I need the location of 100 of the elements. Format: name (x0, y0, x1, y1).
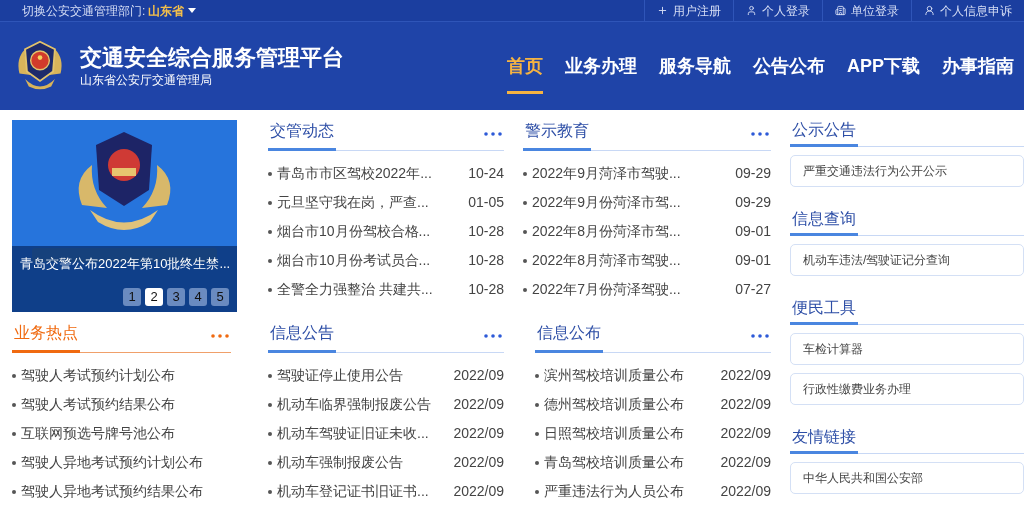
news-link[interactable]: 日照驾校培训质量公布 (544, 423, 684, 444)
carousel-caption[interactable]: 青岛交警公布2022年第10批终生禁... (20, 254, 229, 274)
news-link[interactable]: 青岛驾校培训质量公布 (544, 452, 684, 473)
region-dropdown[interactable]: 山东省 (148, 1, 197, 20)
news-link[interactable]: 全警全力强整治 共建共... (277, 279, 433, 300)
news-date: 09-01 (735, 222, 771, 241)
bullet-icon (12, 460, 16, 465)
building-icon (835, 5, 846, 16)
news-link[interactable]: 2022年8月份菏泽市驾... (532, 221, 681, 242)
switch-label: 切换公安交通管理部门: (22, 2, 146, 20)
news-link[interactable]: 2022年9月份菏泽市驾... (532, 192, 681, 213)
news-date: 2022/09 (453, 453, 504, 472)
quick-link[interactable]: 机动车违法/驾驶证记分查询 (790, 244, 1024, 276)
quick-link[interactable]: 行政性缴费业务办理 (790, 373, 1024, 405)
news-link[interactable]: 驾驶人异地考试预约结果公布 (21, 481, 203, 502)
bullet-icon (268, 258, 272, 263)
nav-tab[interactable]: 公告公布 (753, 22, 825, 94)
top-link[interactable]: 单位登录 (822, 0, 911, 21)
bullet-icon (268, 431, 272, 436)
nav-tab[interactable]: 首页 (507, 22, 543, 94)
bullet-icon (12, 489, 16, 494)
nav-tab[interactable]: 服务导航 (659, 22, 731, 94)
bullet-icon (268, 402, 272, 407)
news-date: 10-28 (468, 280, 504, 299)
quick-link[interactable]: 中华人民共和国公安部 (790, 462, 1024, 494)
news-date: 2022/09 (720, 482, 771, 501)
section-title: 信息公告 (268, 322, 336, 353)
news-date: 2022/09 (720, 424, 771, 443)
nav-tab[interactable]: 办事指南 (942, 22, 1014, 94)
news-link[interactable]: 元旦坚守我在岗，严查... (277, 192, 429, 213)
news-link[interactable]: 机动车临界强制报废公告 (277, 394, 431, 415)
news-date: 2022/09 (720, 453, 771, 472)
section-title: 友情链接 (790, 427, 858, 454)
news-link[interactable]: 青岛市市区驾校2022年... (277, 163, 432, 184)
news-link[interactable]: 驾驶人考试预约计划公布 (21, 365, 175, 386)
more-icon[interactable] (211, 334, 229, 338)
bullet-icon (523, 229, 527, 234)
bullet-icon (535, 460, 539, 465)
more-icon[interactable] (484, 334, 502, 338)
news-date: 2022/09 (720, 395, 771, 414)
news-date: 2022/09 (453, 395, 504, 414)
news-date: 07-27 (735, 280, 771, 299)
news-link[interactable]: 驾驶证停止使用公告 (277, 365, 403, 386)
news-link[interactable]: 烟台市10月份驾校合格... (277, 221, 431, 242)
more-icon[interactable] (751, 334, 769, 338)
bullet-icon (12, 373, 16, 378)
section-title: 公示公告 (790, 120, 858, 147)
section-title: 信息查询 (790, 209, 858, 236)
more-icon[interactable] (484, 132, 502, 136)
section-title: 交管动态 (268, 120, 336, 151)
news-date: 2022/09 (453, 424, 504, 443)
bullet-icon (535, 373, 539, 378)
news-link[interactable]: 2022年7月份菏泽驾驶... (532, 279, 681, 300)
bullet-icon (268, 171, 272, 176)
user-icon (746, 5, 757, 16)
bullet-icon (268, 489, 272, 494)
news-link[interactable]: 烟台市10月份考试员合... (277, 250, 431, 271)
top-link[interactable]: 用户注册 (644, 0, 733, 21)
top-link[interactable]: 个人信息申诉 (911, 0, 1024, 21)
bullet-icon (523, 258, 527, 263)
top-link[interactable]: 个人登录 (733, 0, 822, 21)
more-icon[interactable] (751, 132, 769, 136)
news-date: 01-05 (468, 193, 504, 212)
section-title: 便民工具 (790, 298, 858, 325)
bullet-icon (12, 402, 16, 407)
news-link[interactable]: 驾驶人考试预约结果公布 (21, 394, 175, 415)
caret-icon (188, 8, 197, 13)
quick-link[interactable]: 车检计算器 (790, 333, 1024, 365)
bullet-icon (12, 431, 16, 436)
news-link[interactable]: 滨州驾校培训质量公布 (544, 365, 684, 386)
news-link[interactable]: 互联网预选号牌号池公布 (21, 423, 175, 444)
section-title: 业务热点 (12, 322, 80, 353)
news-link[interactable]: 机动车登记证书旧证书... (277, 481, 429, 502)
news-link[interactable]: 2022年9月菏泽市驾驶... (532, 163, 681, 184)
bullet-icon (535, 431, 539, 436)
user-icon (924, 5, 935, 16)
site-subtitle: 山东省公安厅交通管理局 (80, 72, 213, 88)
news-link[interactable]: 严重违法行为人员公布 (544, 481, 684, 502)
news-date: 09-01 (735, 251, 771, 270)
bullet-icon (523, 200, 527, 205)
news-date: 10-28 (468, 251, 504, 270)
quick-link[interactable]: 严重交通违法行为公开公示 (790, 155, 1024, 187)
bullet-icon (523, 171, 527, 176)
nav-tab[interactable]: 业务办理 (565, 22, 637, 94)
news-link[interactable]: 2022年8月菏泽市驾驶... (532, 250, 681, 271)
news-date: 2022/09 (720, 366, 771, 385)
news-date: 09-29 (735, 164, 771, 183)
plus-icon (657, 5, 668, 16)
news-link[interactable]: 德州驾校培训质量公布 (544, 394, 684, 415)
news-carousel[interactable]: 青岛交警公布2022年第10批终生禁... 1 2 3 4 5 (12, 120, 237, 312)
section-title: 信息公布 (535, 322, 603, 353)
site-title: 交通安全综合服务管理平台 (80, 44, 344, 72)
news-link[interactable]: 机动车强制报废公告 (277, 452, 403, 473)
nav-tab[interactable]: APP下载 (847, 22, 920, 94)
news-link[interactable]: 驾驶人异地考试预约计划公布 (21, 452, 203, 473)
bullet-icon (268, 460, 272, 465)
news-date: 2022/09 (453, 482, 504, 501)
news-link[interactable]: 机动车驾驶证旧证未收... (277, 423, 429, 444)
bullet-icon (268, 287, 272, 292)
news-date: 10-24 (468, 164, 504, 183)
